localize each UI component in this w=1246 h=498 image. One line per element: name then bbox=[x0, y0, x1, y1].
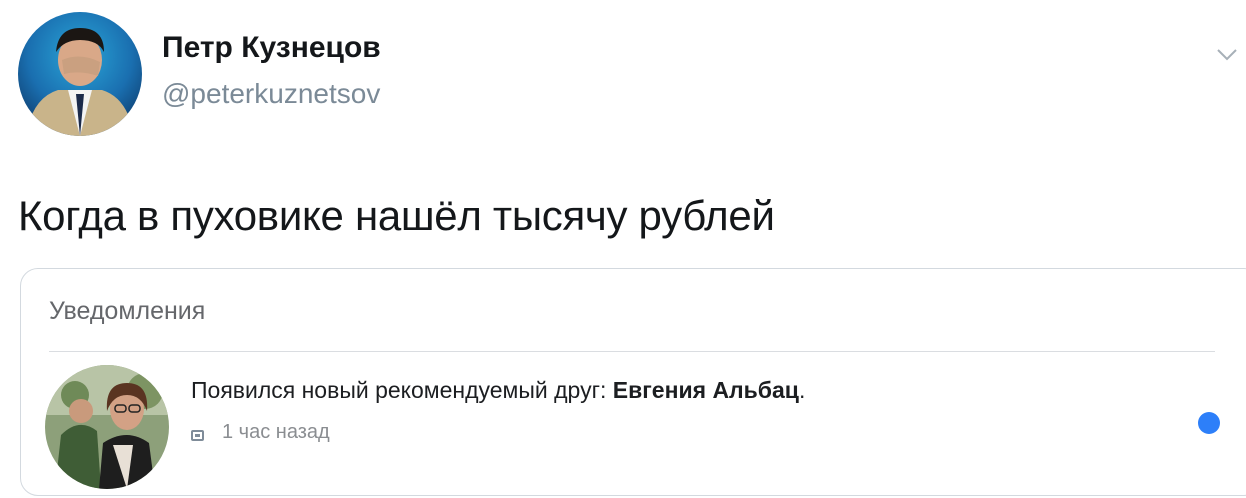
notification-avatar[interactable] bbox=[45, 365, 169, 489]
tweet: Петр Кузнецов @peterkuznetsov Когда в пу… bbox=[0, 0, 1246, 498]
author-name[interactable]: Петр Кузнецов bbox=[162, 31, 381, 65]
tweet-text: Когда в пуховике нашёл тысячу рублей bbox=[18, 192, 775, 239]
chevron-down-icon[interactable] bbox=[1216, 48, 1238, 62]
notification-text-suffix: . bbox=[798, 377, 806, 403]
notification-text[interactable]: Появился новый рекомендуемый друг: Евген… bbox=[191, 377, 805, 404]
notification-meta: 1 час назад bbox=[191, 421, 330, 444]
author-avatar[interactable] bbox=[18, 12, 142, 136]
friend-suggestion-icon bbox=[191, 430, 204, 441]
notification-time: 1 час назад bbox=[222, 421, 330, 443]
divider bbox=[49, 351, 1215, 352]
card-header: Уведомления bbox=[49, 297, 206, 325]
notification-card: Уведомления Появился новый рекомендуемый… bbox=[20, 268, 1246, 496]
friend-name[interactable]: Евгения Альбац bbox=[613, 377, 799, 403]
author-handle[interactable]: @peterkuznetsov bbox=[162, 78, 380, 110]
unread-dot-icon[interactable] bbox=[1198, 412, 1220, 434]
notification-text-prefix: Появился новый рекомендуемый друг: bbox=[191, 377, 613, 403]
